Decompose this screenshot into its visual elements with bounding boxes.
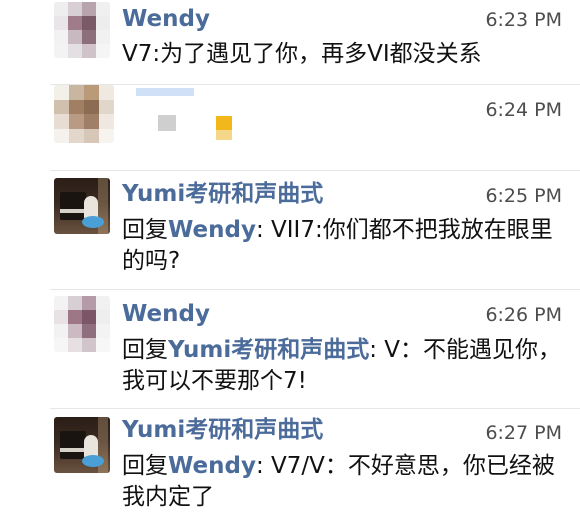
blurred-avatar-image xyxy=(54,296,110,352)
sender-name[interactable]: Wendy xyxy=(122,5,210,33)
sender-name[interactable]: Wendy xyxy=(122,300,210,328)
message-text: 回复Wendy: VII7:你们都不把我放在眼里的吗? xyxy=(122,215,562,277)
blurred-content xyxy=(158,115,176,131)
reply-mention[interactable]: Wendy xyxy=(168,217,256,243)
message-item: Yumi考研和声曲式 6:25 PM 回复Wendy: VII7:你们都不把我放… xyxy=(0,171,580,289)
sender-name[interactable]: Yumi考研和声曲式 xyxy=(122,416,323,444)
message-time: 6:27 PM xyxy=(485,422,562,444)
blurred-avatar-image xyxy=(54,2,110,58)
message-time: 6:26 PM xyxy=(485,304,562,326)
reply-prefix: 回复 xyxy=(122,453,168,479)
message-text: 回复Wendy: V7/V：不好意思，你已经被我内定了 xyxy=(122,451,567,513)
message-time: 6:25 PM xyxy=(485,185,562,207)
avatar[interactable] xyxy=(54,85,114,143)
avatar[interactable] xyxy=(54,2,110,58)
blurred-content xyxy=(216,130,232,140)
message-item: Wendy 6:26 PM 回复Yumi考研和声曲式: V：不能遇见你，我可以不… xyxy=(0,290,580,408)
chat-transcript: Wendy 6:23 PM V7:为了遇见了你，再多VI都没关系 6:24 PM xyxy=(0,0,580,517)
reply-mention[interactable]: Wendy xyxy=(168,453,256,479)
reply-prefix: 回复 xyxy=(122,217,168,243)
reply-prefix: 回复 xyxy=(122,337,168,363)
message-time: 6:24 PM xyxy=(485,99,562,121)
message-item: Yumi考研和声曲式 6:27 PM 回复Wendy: V7/V：不好意思，你已… xyxy=(0,409,580,517)
avatar[interactable] xyxy=(54,296,110,352)
message-text: 回复Yumi考研和声曲式: V：不能遇见你，我可以不要那个7! xyxy=(122,335,572,397)
message-text: V7:为了遇见了你，再多VI都没关系 xyxy=(122,41,482,67)
blurred-sender-name xyxy=(136,88,194,96)
reply-mention[interactable]: Yumi考研和声曲式 xyxy=(168,337,369,363)
blurred-avatar-image xyxy=(54,85,114,143)
avatar[interactable] xyxy=(54,417,110,473)
sender-name[interactable]: Yumi考研和声曲式 xyxy=(122,180,323,208)
message-item: 6:24 PM xyxy=(0,85,580,170)
avatar[interactable] xyxy=(54,178,110,234)
avatar-photo xyxy=(54,178,110,234)
message-time: 6:23 PM xyxy=(485,9,562,31)
message-item: Wendy 6:23 PM V7:为了遇见了你，再多VI都没关系 xyxy=(0,0,580,84)
avatar-photo xyxy=(54,417,110,473)
blurred-content xyxy=(216,116,232,130)
